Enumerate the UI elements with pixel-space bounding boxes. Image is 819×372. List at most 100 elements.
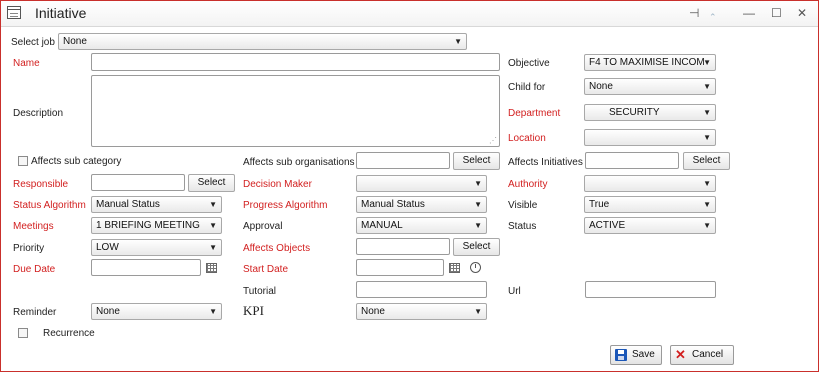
- objective-label: Objective: [508, 58, 550, 69]
- status-value: ACTIVE: [589, 220, 626, 231]
- affects-objects-input[interactable]: [356, 238, 450, 255]
- approval-value: MANUAL: [361, 220, 403, 231]
- save-icon: [615, 349, 627, 361]
- affects-objects-label: Affects Objects: [243, 243, 311, 254]
- name-label: Name: [13, 58, 40, 69]
- objective-dropdown[interactable]: F4 TO MAXIMISE INCOM ▼: [584, 54, 716, 71]
- status-label: Status: [508, 221, 537, 232]
- save-button[interactable]: Save: [610, 345, 662, 365]
- recurrence-checkbox[interactable]: [18, 328, 28, 338]
- chevron-down-icon: ▼: [703, 108, 711, 117]
- reminder-dropdown[interactable]: None ▼: [91, 303, 222, 320]
- url-input[interactable]: [585, 281, 716, 298]
- chevron-down-icon: ▼: [703, 82, 711, 91]
- status-dropdown[interactable]: ACTIVE ▼: [584, 217, 716, 234]
- authority-label: Authority: [508, 179, 548, 190]
- responsible-select-button[interactable]: Select: [188, 174, 235, 192]
- status-algorithm-dropdown[interactable]: Manual Status ▼: [91, 196, 222, 213]
- start-date-input[interactable]: [356, 259, 444, 276]
- priority-label: Priority: [13, 243, 45, 254]
- alarm-clock-icon[interactable]: [470, 262, 481, 273]
- pin-icon[interactable]: ⊣: [689, 5, 699, 21]
- url-label: Url: [508, 286, 521, 297]
- meetings-label: Meetings: [13, 221, 54, 232]
- chevron-down-icon: ▼: [209, 307, 217, 316]
- decision-maker-label: Decision Maker: [243, 179, 312, 190]
- responsible-label: Responsible: [13, 179, 69, 190]
- chevron-down-icon: ▼: [209, 200, 217, 209]
- visible-label: Visible: [508, 200, 538, 211]
- chevron-down-icon: ▼: [703, 200, 711, 209]
- reminder-value: None: [96, 306, 120, 317]
- location-label: Location: [508, 133, 546, 144]
- objective-value: F4 TO MAXIMISE INCOM: [589, 57, 705, 68]
- priority-dropdown[interactable]: LOW ▼: [91, 239, 222, 256]
- decision-maker-dropdown[interactable]: ▼: [356, 175, 487, 192]
- kpi-label: KPI: [243, 303, 264, 318]
- tutorial-input[interactable]: [356, 281, 487, 298]
- maximize-button[interactable]: ☐: [771, 5, 782, 21]
- name-input[interactable]: [91, 53, 500, 71]
- approval-dropdown[interactable]: MANUAL ▼: [356, 217, 487, 234]
- status-algorithm-label: Status Algorithm: [13, 200, 86, 211]
- affects-initiatives-select-button[interactable]: Select: [683, 152, 730, 170]
- minimize-button[interactable]: —: [743, 5, 755, 21]
- affects-sub-category-checkbox[interactable]: [18, 156, 28, 166]
- chevron-down-icon: ▼: [454, 37, 462, 46]
- authority-dropdown[interactable]: ▼: [584, 175, 716, 192]
- affects-sub-organisations-select-button[interactable]: Select: [453, 152, 500, 170]
- description-label: Description: [13, 108, 64, 119]
- resize-grip-icon[interactable]: ⋰: [489, 136, 497, 145]
- chevron-down-icon: ▼: [703, 179, 711, 188]
- select-job-value: None: [63, 36, 87, 47]
- tutorial-label: Tutorial: [243, 286, 276, 297]
- child-for-dropdown[interactable]: None ▼: [584, 78, 716, 95]
- save-button-label: Save: [632, 349, 655, 360]
- kpi-value: None: [361, 306, 385, 317]
- start-date-label: Start Date: [243, 264, 289, 275]
- approval-label: Approval: [243, 221, 283, 232]
- child-for-label: Child for: [508, 82, 546, 93]
- visible-value: True: [589, 199, 610, 210]
- calendar-icon[interactable]: [206, 263, 217, 273]
- department-value: SECURITY: [609, 107, 660, 118]
- cancel-button[interactable]: ✕ Cancel: [670, 345, 734, 365]
- chevron-down-icon: ▼: [474, 200, 482, 209]
- close-button[interactable]: ✕: [797, 5, 807, 21]
- chevron-down-icon: ▼: [703, 221, 711, 230]
- chevron-down-icon: ▼: [474, 221, 482, 230]
- window-title: Initiative: [35, 5, 87, 21]
- kpi-dropdown[interactable]: None ▼: [356, 303, 487, 320]
- chevron-down-icon: ▼: [703, 58, 711, 67]
- meetings-dropdown[interactable]: 1 BRIEFING MEETING ▼: [91, 217, 222, 234]
- affects-sub-organisations-label: Affects sub organisations: [243, 157, 355, 168]
- location-dropdown[interactable]: ▼: [584, 129, 716, 146]
- description-textarea[interactable]: ⋰: [91, 75, 500, 147]
- responsible-input[interactable]: [91, 174, 185, 191]
- select-job-dropdown[interactable]: None ▼: [58, 33, 467, 50]
- affects-sub-category-label: Affects sub category: [31, 156, 122, 167]
- progress-algorithm-label: Progress Algorithm: [243, 200, 328, 211]
- chevron-up-icon: ⌃: [709, 12, 717, 22]
- department-label: Department: [508, 108, 561, 119]
- affects-initiatives-input[interactable]: [585, 152, 679, 169]
- visible-dropdown[interactable]: True ▼: [584, 196, 716, 213]
- calendar-icon[interactable]: [449, 263, 460, 273]
- cancel-button-label: Cancel: [692, 349, 724, 360]
- progress-algorithm-value: Manual Status: [361, 199, 425, 210]
- affects-sub-organisations-input[interactable]: [356, 152, 450, 169]
- due-date-label: Due Date: [13, 264, 56, 275]
- cancel-icon: ✕: [675, 347, 686, 362]
- child-for-value: None: [589, 81, 613, 92]
- due-date-input[interactable]: [91, 259, 201, 276]
- chevron-down-icon: ▼: [703, 133, 711, 142]
- department-dropdown[interactable]: SECURITY ▼: [584, 104, 716, 121]
- affects-objects-select-button[interactable]: Select: [453, 238, 500, 256]
- progress-algorithm-dropdown[interactable]: Manual Status ▼: [356, 196, 487, 213]
- reminder-label: Reminder: [13, 307, 57, 318]
- meetings-value: 1 BRIEFING MEETING: [96, 220, 200, 231]
- title-bar: Initiative ⊣ ⌃ — ☐ ✕: [1, 1, 818, 27]
- window-form-icon: [7, 6, 21, 19]
- chevron-down-icon: ▼: [209, 221, 217, 230]
- priority-value: LOW: [96, 242, 119, 253]
